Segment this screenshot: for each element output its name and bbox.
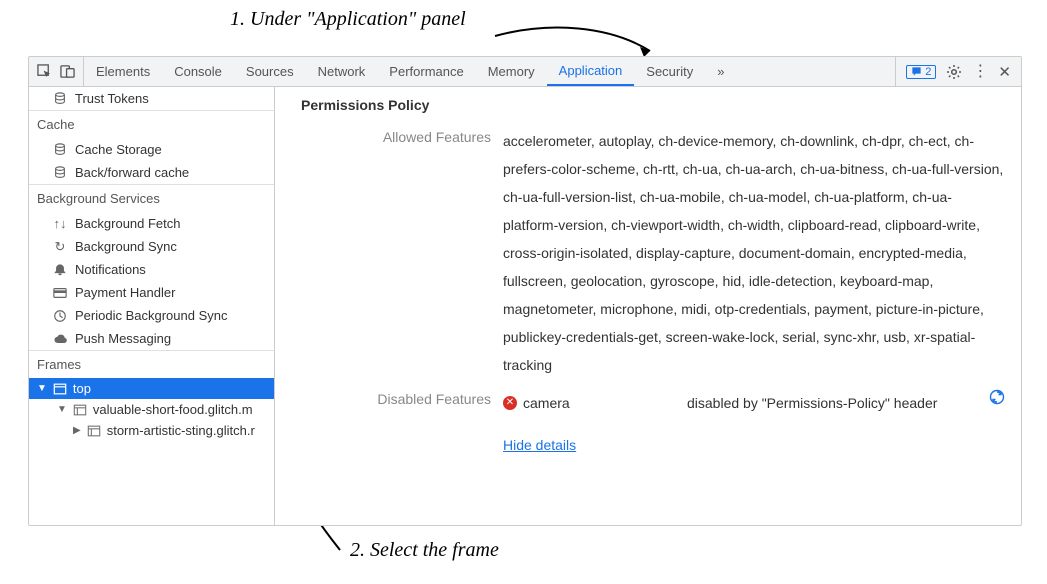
sidebar-item-trust-tokens[interactable]: Trust Tokens (29, 87, 274, 110)
sidebar-item-label: Background Fetch (75, 216, 181, 231)
database-icon (53, 143, 67, 157)
sidebar-section-cache: Cache (29, 110, 274, 138)
disabled-feature-item: ✕ camera (503, 389, 673, 417)
sidebar-item-notifications[interactable]: Notifications (29, 258, 274, 281)
more-tabs-icon[interactable]: » (705, 57, 736, 86)
frame-label: top (73, 381, 91, 396)
database-icon (53, 166, 67, 180)
sidebar-item-bfcache[interactable]: Back/forward cache (29, 161, 274, 184)
tab-elements[interactable]: Elements (84, 57, 162, 86)
cloud-icon (53, 332, 67, 346)
devtools-tabbar: Elements Console Sources Network Perform… (29, 57, 1021, 87)
fetch-icon: ↑↓ (53, 217, 67, 231)
annotation-step1: 1. Under "Application" panel (230, 8, 466, 31)
kebab-menu-icon[interactable]: ⋮ (972, 64, 988, 80)
sidebar-item-cache-storage[interactable]: Cache Storage (29, 138, 274, 161)
disabled-feature-reason: disabled by "Permissions-Policy" header (687, 389, 975, 417)
disabled-features-label: Disabled Features (291, 389, 491, 459)
iframe-icon (87, 424, 101, 438)
device-toggle-icon[interactable] (60, 64, 75, 79)
issues-badge[interactable]: 2 (906, 65, 936, 79)
inspect-tools-group (29, 57, 84, 86)
main-panel: Permissions Policy Allowed Features acce… (275, 87, 1021, 525)
inspect-element-icon[interactable] (37, 64, 52, 79)
tab-memory[interactable]: Memory (476, 57, 547, 86)
bell-icon (53, 263, 67, 277)
disclosure-triangle-icon: ▼ (57, 404, 67, 415)
disabled-feature-name: camera (523, 389, 570, 417)
sidebar-item-label: Payment Handler (75, 285, 175, 300)
window-icon (53, 382, 67, 396)
sidebar-section-bgservices: Background Services (29, 184, 274, 212)
tab-performance[interactable]: Performance (377, 57, 475, 86)
card-icon (53, 286, 67, 300)
frame-top[interactable]: ▼ top (29, 378, 274, 399)
error-x-icon: ✕ (503, 396, 517, 410)
sidebar-item-push[interactable]: Push Messaging (29, 327, 274, 350)
refresh-icon[interactable] (989, 389, 1005, 405)
database-icon (53, 92, 67, 106)
sidebar-item-bg-sync[interactable]: ↻ Background Sync (29, 235, 274, 258)
gear-icon[interactable] (946, 64, 962, 80)
sidebar-item-label: Notifications (75, 262, 146, 277)
devtools-window: Elements Console Sources Network Perform… (28, 56, 1022, 526)
allowed-features-value: accelerometer, autoplay, ch-device-memor… (503, 127, 1005, 379)
frame-child-2[interactable]: ▶ storm-artistic-sting.glitch.r (29, 420, 274, 441)
sidebar-item-label: Push Messaging (75, 331, 171, 346)
disclosure-triangle-icon: ▼ (37, 383, 47, 394)
clock-icon (53, 309, 67, 323)
sidebar-item-label: Back/forward cache (75, 165, 189, 180)
allowed-features-label: Allowed Features (291, 127, 491, 379)
tab-sources[interactable]: Sources (234, 57, 306, 86)
sidebar-item-bg-fetch[interactable]: ↑↓ Background Fetch (29, 212, 274, 235)
sidebar-item-label: Cache Storage (75, 142, 162, 157)
issues-count: 2 (925, 66, 931, 78)
frame-label: valuable-short-food.glitch.m (93, 402, 253, 417)
frame-label: storm-artistic-sting.glitch.r (107, 423, 255, 438)
sidebar-item-label: Periodic Background Sync (75, 308, 227, 323)
disclosure-triangle-icon: ▶ (73, 425, 81, 436)
hide-details-link[interactable]: Hide details (503, 437, 576, 453)
tab-console[interactable]: Console (162, 57, 234, 86)
sync-icon: ↻ (53, 240, 67, 254)
iframe-icon (73, 403, 87, 417)
tab-security[interactable]: Security (634, 57, 705, 86)
sidebar-item-payment[interactable]: Payment Handler (29, 281, 274, 304)
panel-heading: Permissions Policy (301, 97, 1005, 113)
sidebar-item-periodic-sync[interactable]: Periodic Background Sync (29, 304, 274, 327)
application-sidebar: Trust Tokens Cache Cache Storage Back/fo… (29, 87, 275, 525)
sidebar-section-frames: Frames (29, 350, 274, 378)
tab-network[interactable]: Network (306, 57, 378, 86)
tab-application[interactable]: Application (547, 57, 635, 86)
panel-tabs: Elements Console Sources Network Perform… (84, 57, 895, 86)
sidebar-item-label: Trust Tokens (75, 91, 149, 106)
close-icon[interactable]: ✕ (998, 63, 1011, 81)
sidebar-item-label: Background Sync (75, 239, 177, 254)
frame-child-1[interactable]: ▼ valuable-short-food.glitch.m (29, 399, 274, 420)
